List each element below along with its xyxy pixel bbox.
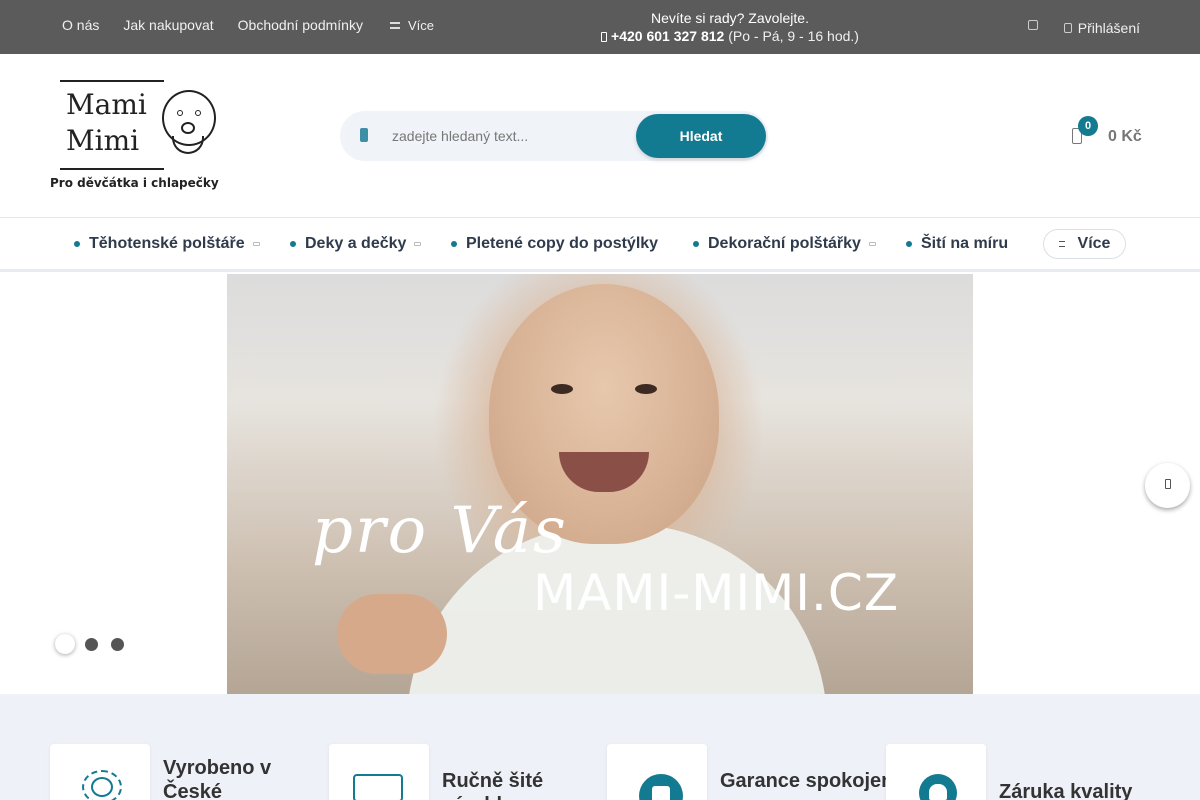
contact-info: Nevíte si rady? Zavolejte. +420 601 327 … — [590, 9, 870, 45]
slider-dots — [55, 634, 137, 654]
slider-dot-2[interactable] — [85, 637, 98, 651]
heart-icon — [919, 774, 957, 800]
opening-hours: (Po - Pá, 9 - 16 hod.) — [728, 28, 859, 44]
phone-number[interactable]: +420 601 327 812 — [611, 28, 724, 44]
hero-script-text: pro Vás — [312, 494, 568, 568]
main-nav: Těhotenské polštáře Deky a dečky Pletené… — [0, 218, 1200, 272]
hero-title: MAMI-MIMI.CZ — [533, 564, 900, 622]
nav-item-decorative-pillows[interactable]: Dekorační polštářky — [693, 218, 876, 270]
benefit-icon-box — [50, 744, 150, 800]
sewing-machine-icon — [353, 774, 403, 800]
benefit-icon-box — [886, 744, 986, 800]
search-button[interactable]: Hledat — [636, 114, 766, 158]
baby-hand — [337, 594, 447, 674]
bullet-icon — [451, 241, 457, 247]
logo[interactable]: Mami Mimi Pro děvčátka i chlapečky — [50, 78, 225, 196]
hero-slider: pro Vás MAMI-MIMI.CZ — [0, 274, 1200, 694]
top-more-label: Více — [407, 17, 434, 33]
cart-total: 0 Kč — [1108, 128, 1142, 145]
nav-item-label: Šití na míru — [921, 235, 1009, 252]
language-icon[interactable] — [1027, 20, 1038, 30]
help-text: Nevíte si rady? Zavolejte. — [651, 10, 809, 26]
logo-text-2: Mimi — [66, 124, 140, 157]
benefit-label: Záruka kvality — [999, 781, 1133, 800]
search-icon — [360, 128, 368, 142]
sun-icon — [82, 770, 122, 800]
search-bar: Hledat — [340, 111, 768, 161]
nav-item-label: Deky a dečky — [305, 235, 407, 252]
slider-dot-1[interactable] — [55, 634, 75, 654]
top-link-terms[interactable]: Obchodní podmínky — [238, 17, 363, 33]
nav-item-label: Těhotenské polštáře — [89, 235, 245, 252]
bullet-icon — [906, 241, 912, 247]
chevron-down-icon — [252, 242, 260, 246]
bullet-icon — [693, 241, 699, 247]
user-icon — [1063, 23, 1072, 33]
cart[interactable]: 0 0 Kč — [1068, 116, 1148, 156]
benefit-label: Ručně šité výrobky — [442, 770, 544, 800]
menu-icon — [389, 21, 400, 29]
top-bar: O nás Jak nakupovat Obchodní podmínky Ví… — [0, 0, 1200, 54]
bib-icon — [172, 136, 204, 154]
nav-more-label: Více — [1077, 235, 1111, 252]
chevron-down-icon — [868, 242, 876, 246]
thumbs-up-icon — [639, 774, 683, 800]
logo-line-bottom — [60, 168, 164, 170]
nav-item-custom-sewing[interactable]: Šití na míru — [906, 218, 1008, 270]
slider-next-button[interactable] — [1145, 463, 1190, 508]
top-links: O nás Jak nakupovat Obchodní podmínky Ví… — [62, 17, 482, 33]
nav-item-label: Pletené copy do postýlky — [466, 235, 659, 252]
phone-icon — [601, 32, 608, 42]
top-link-about[interactable]: O nás — [62, 17, 99, 33]
top-link-how-to-buy[interactable]: Jak nakupovat — [123, 17, 213, 33]
logo-text-1: Mami — [66, 88, 147, 121]
benefit-icon-box — [607, 744, 707, 800]
header: Mami Mimi Pro děvčátka i chlapečky Hleda… — [0, 54, 1200, 218]
slider-dot-3[interactable] — [111, 637, 124, 651]
nav-item-braided-bumpers[interactable]: Pletené copy do postýlky — [451, 218, 658, 270]
nav-item-label: Dekorační polštářky — [708, 235, 861, 252]
logo-tagline: Pro děvčátka i chlapečky — [50, 176, 219, 190]
benefits-section: Vyrobeno v České Ručně šité výrobky Gara… — [0, 694, 1200, 800]
login-link[interactable]: Přihlášení — [1078, 20, 1140, 36]
bullet-icon — [74, 241, 80, 247]
chevron-right-icon — [1165, 479, 1171, 489]
benefit-label: Garance spokojenosti — [720, 770, 929, 792]
benefit-icon-box — [329, 744, 429, 800]
top-more-button[interactable]: Více — [389, 17, 458, 33]
top-right: Přihlášení — [1027, 20, 1140, 36]
chevron-down-icon — [414, 242, 422, 246]
logo-line-top — [60, 80, 164, 82]
search-input[interactable] — [392, 111, 632, 161]
nav-item-blankets[interactable]: Deky a dečky — [290, 218, 422, 270]
benefit-label: Vyrobeno v České — [163, 757, 272, 800]
cart-count-badge: 0 — [1078, 116, 1098, 136]
nav-more-button[interactable]: Více — [1043, 229, 1126, 259]
menu-icon — [1058, 240, 1065, 249]
hero-image[interactable]: pro Vás MAMI-MIMI.CZ — [227, 274, 973, 694]
nav-item-pregnancy-pillows[interactable]: Těhotenské polštáře — [74, 218, 260, 270]
bullet-icon — [290, 241, 296, 247]
